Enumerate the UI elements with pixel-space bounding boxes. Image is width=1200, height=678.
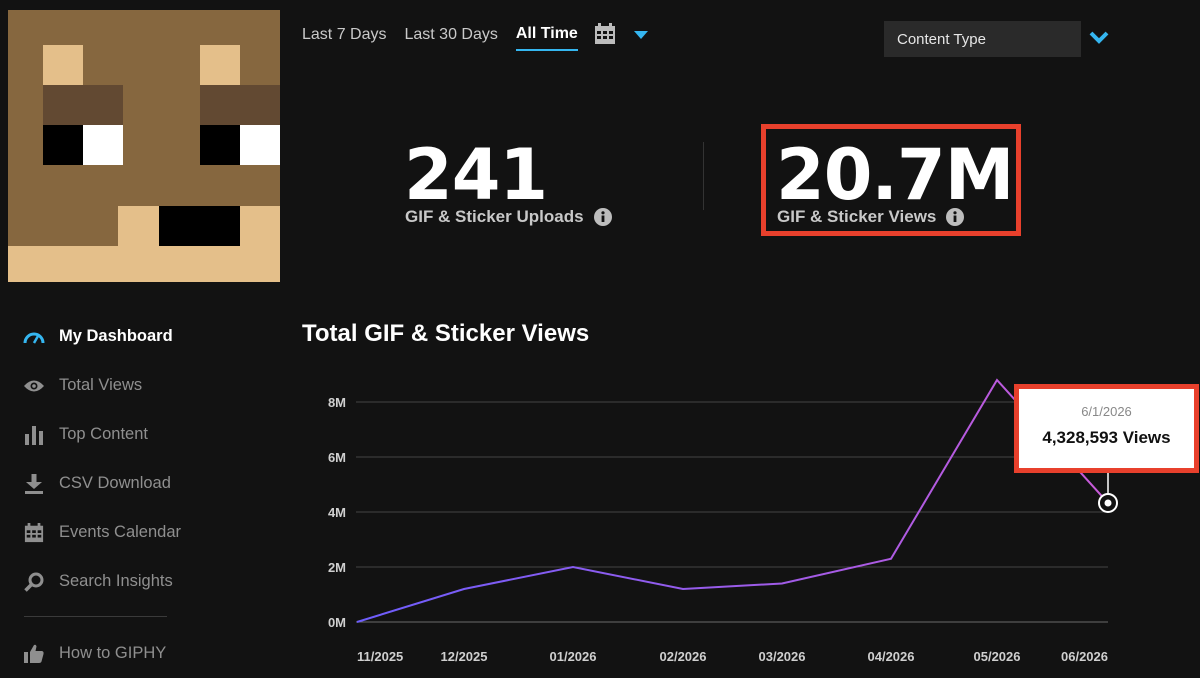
x-tick-label: 04/2026 (868, 649, 915, 664)
x-tick-label: 01/2026 (550, 649, 597, 664)
x-tick-label: 02/2026 (660, 649, 707, 664)
x-tick-label: 05/2026 (974, 649, 1021, 664)
y-tick-label: 4M (328, 505, 346, 520)
y-tick-label: 2M (328, 560, 346, 575)
chart-tooltip: 6/1/2026 4,328,593 Views (1014, 384, 1199, 473)
y-tick-label: 0M (328, 615, 346, 630)
x-tick-label: 06/2026 (1061, 649, 1108, 664)
tooltip-value: 4,328,593 Views (1042, 428, 1171, 447)
y-tick-label: 6M (328, 450, 346, 465)
series-line (356, 378, 1109, 623)
x-tick-label: 12/2025 (441, 649, 488, 664)
data-point-marker-center (1104, 499, 1112, 507)
x-tick-label: 03/2026 (759, 649, 806, 664)
views-line-chart: 0M 2M 4M 6M 8M 11/2025 12/2025 01/2026 02/2026 0… (328, 378, 1118, 664)
tooltip-date: 6/1/2026 (1081, 404, 1132, 419)
x-tick-label: 11/2025 (357, 649, 403, 664)
y-tick-label: 8M (328, 395, 346, 410)
